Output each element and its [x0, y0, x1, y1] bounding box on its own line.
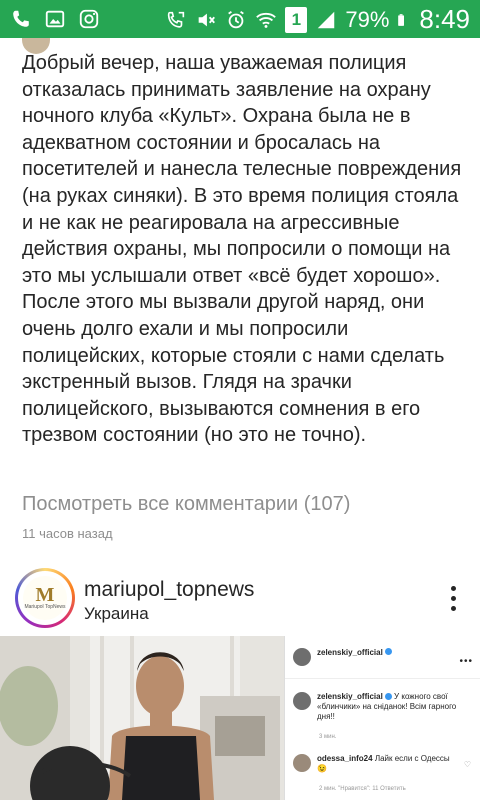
avatar: [293, 648, 311, 666]
post-caption: Добрый вечер, наша уважаемая полиция отк…: [22, 52, 462, 447]
shot-comment: zelenskiy_official У кожного свої «блинч…: [293, 692, 457, 722]
post-timestamp: 11 часов назад: [22, 526, 113, 541]
post-location[interactable]: Украина: [84, 604, 149, 624]
verified-icon: [384, 648, 392, 655]
shot-reply-meta: 2 мин. "Нравится": 11 Ответить: [319, 786, 406, 792]
more-dot-icon: [450, 596, 456, 601]
post-photo: [0, 636, 284, 800]
view-all-comments-link[interactable]: Посмотреть все комментарии (107): [22, 493, 350, 516]
heart-icon: ♡: [463, 760, 471, 769]
more-options-icon: •••: [459, 656, 473, 667]
gallery-icon: [45, 10, 65, 28]
more-dot-icon: [450, 606, 456, 611]
verified-icon: [384, 693, 392, 701]
divider: [285, 678, 480, 679]
status-bar: 1 79% 8:49: [0, 0, 480, 38]
photo-illustration: [0, 636, 284, 800]
shot-comment-author: zelenskiy_official: [317, 692, 383, 701]
shot-reply: odessa_info24 Лайк если с Одессы😉: [293, 754, 457, 774]
shot-comment-time: 3 мин.: [319, 734, 337, 740]
post-caption-area: Добрый вечер, наша уважаемая полиция отк…: [0, 38, 480, 558]
shot-reply-text: odessa_info24 Лайк если с Одессы😉: [317, 754, 457, 774]
embedded-instagram-screenshot: zelenskiy_official ••• zelenskiy_officia…: [284, 636, 480, 800]
avatar: M Mariupol TopNews: [23, 576, 67, 620]
sim-indicator: 1: [285, 6, 308, 33]
shot-author: zelenskiy_official: [317, 648, 383, 657]
shot-header: zelenskiy_official: [293, 648, 392, 666]
signal-icon: [318, 11, 335, 28]
shot-comment-text: zelenskiy_official У кожного свої «блинч…: [317, 692, 457, 722]
story-ring[interactable]: M Mariupol TopNews: [15, 568, 75, 628]
phone-icon: [13, 10, 29, 27]
clock: 8:49: [419, 4, 470, 34]
call-forward-icon: [168, 11, 185, 28]
battery-percent: 79%: [345, 6, 390, 32]
avatar-logo-text: Mariupol TopNews: [24, 604, 66, 610]
post-username[interactable]: mariupol_topnews: [84, 578, 254, 602]
mute-icon: [199, 13, 216, 26]
shot-reply-author: odessa_info24: [317, 754, 373, 763]
instagram-icon: [79, 9, 99, 29]
post-header: M Mariupol TopNews mariupol_topnews Укра…: [0, 560, 480, 636]
more-options-button[interactable]: [448, 586, 458, 616]
post-image[interactable]: zelenskiy_official ••• zelenskiy_officia…: [0, 636, 480, 800]
battery-icon: [398, 13, 405, 26]
more-dot-icon: [450, 586, 456, 591]
wifi-icon: [256, 12, 277, 28]
alarm-icon: [228, 10, 245, 28]
avatar: [293, 754, 311, 772]
avatar-logo-letter: M: [35, 584, 55, 606]
avatar: [293, 692, 311, 710]
